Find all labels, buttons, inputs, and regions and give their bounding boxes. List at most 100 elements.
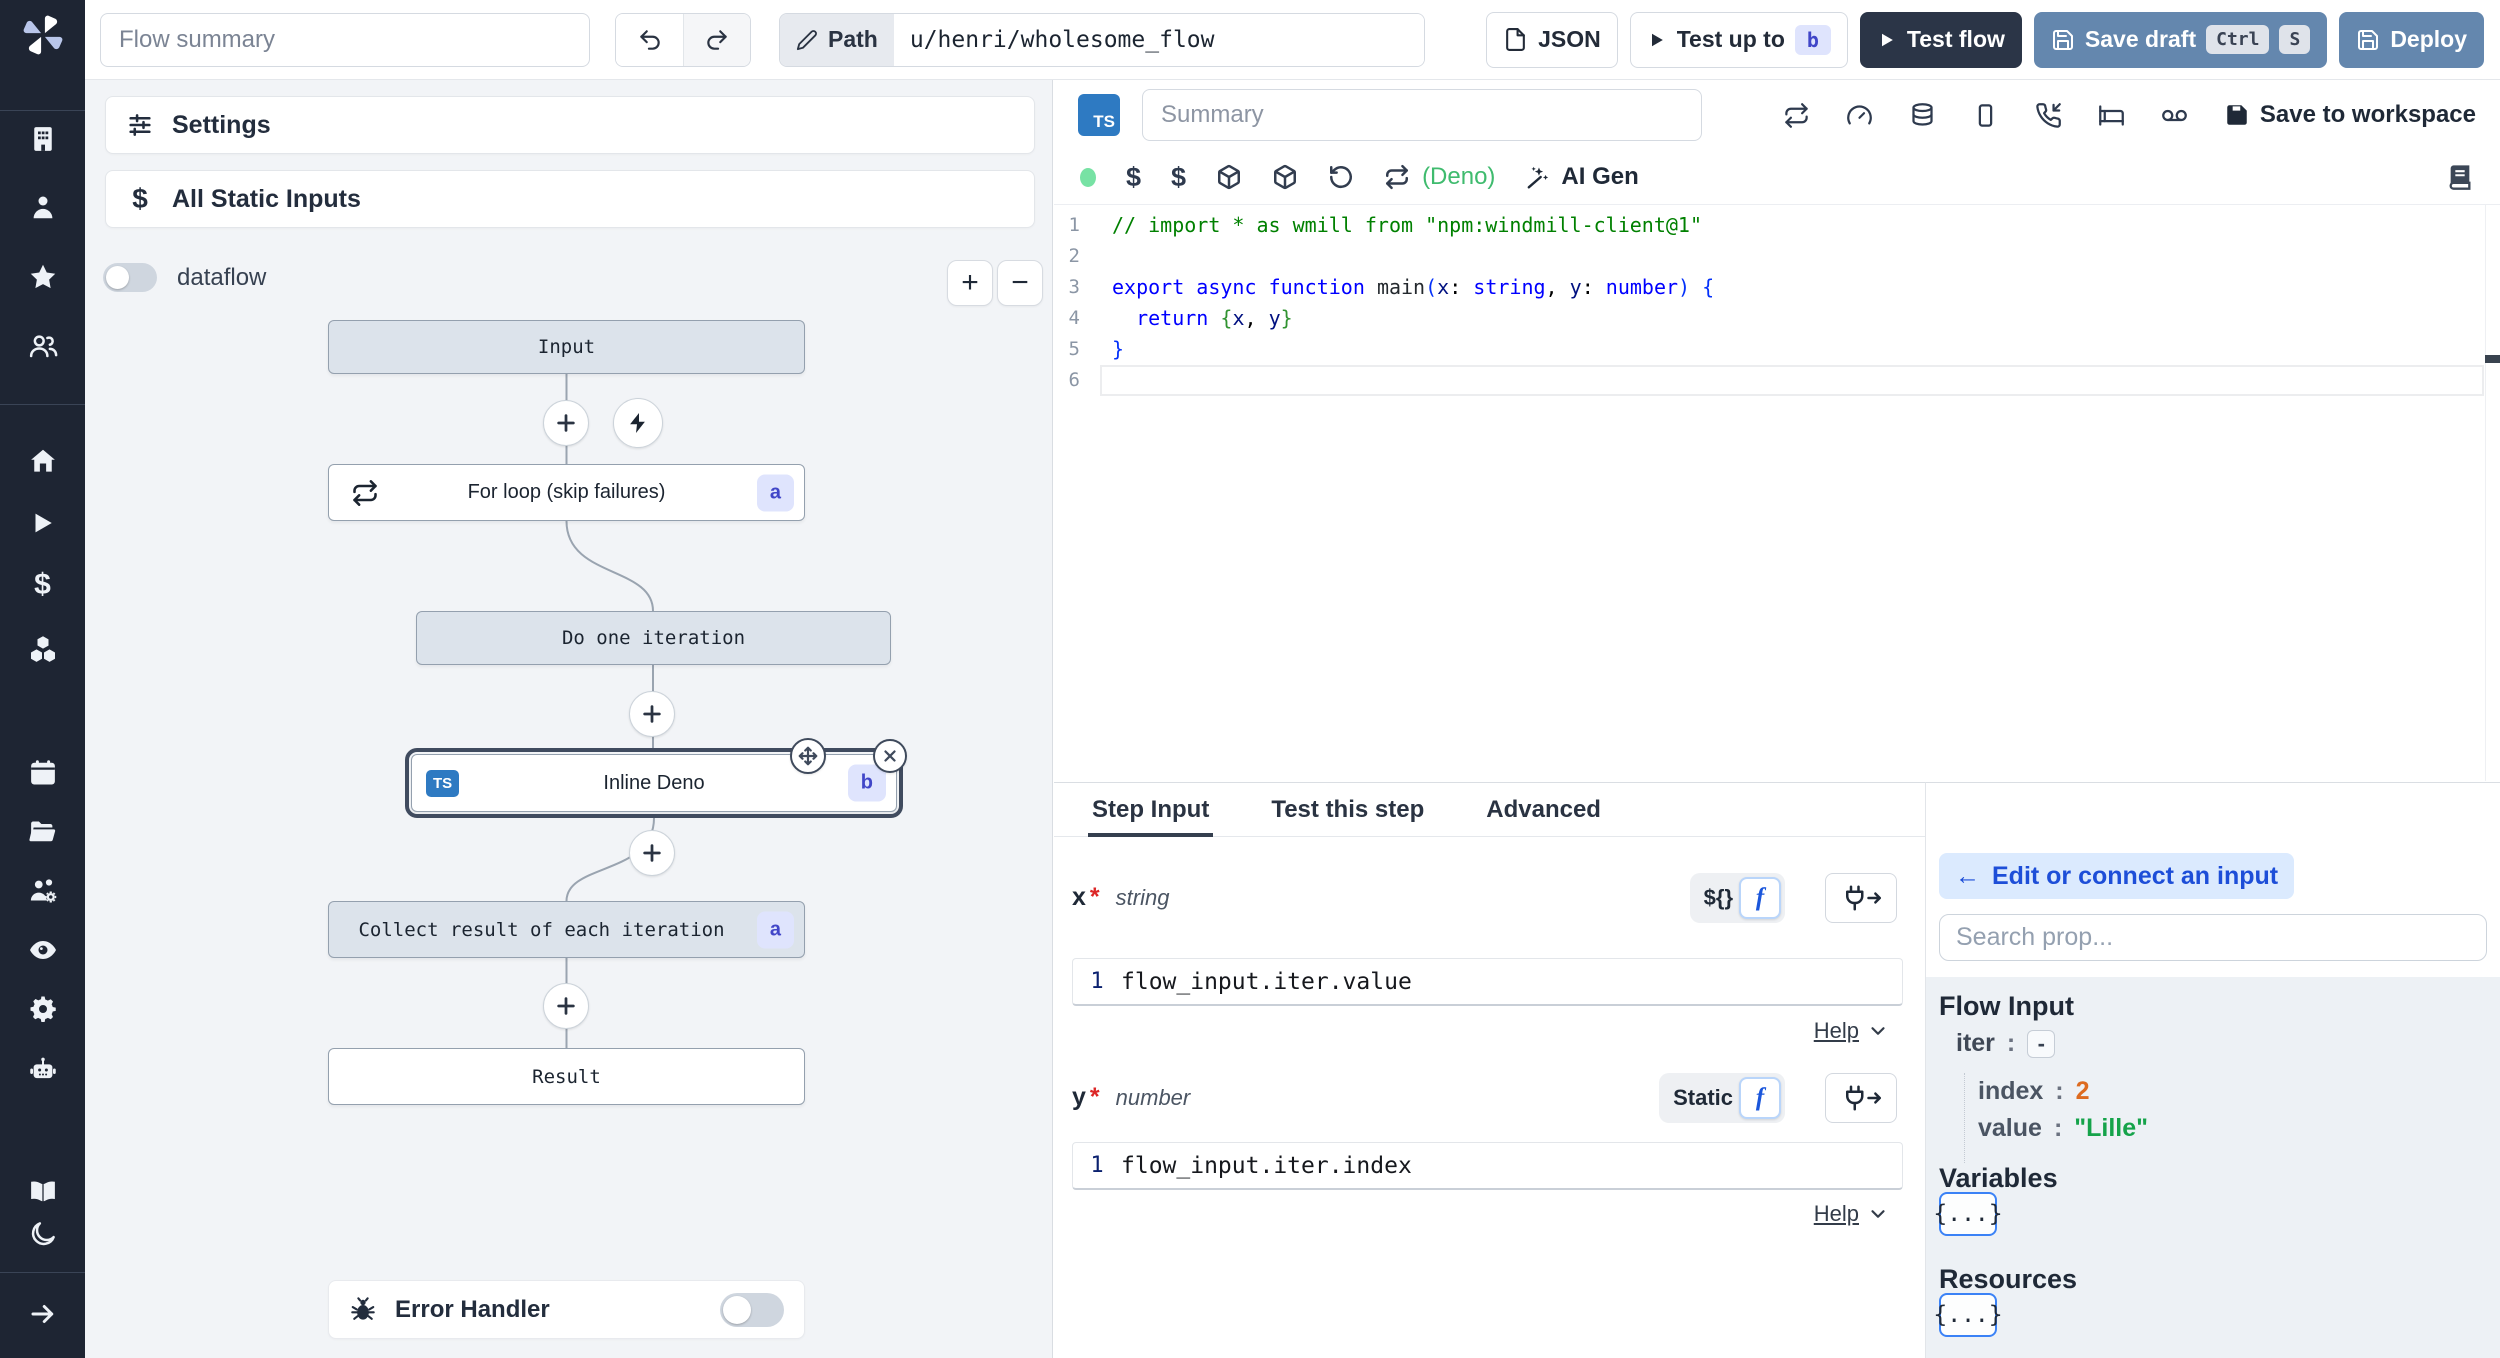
test-up-to-button[interactable]: Test up to b — [1629, 11, 1848, 68]
dollar-icon[interactable]: $ — [34, 570, 51, 600]
smartphone-icon[interactable] — [1972, 102, 1999, 129]
database-icon[interactable] — [1909, 102, 1936, 129]
tree-row-value[interactable]: value : "Lille" — [1978, 1114, 2148, 1143]
all-static-inputs-row[interactable]: $ All Static Inputs — [105, 170, 1035, 228]
users-settings-icon[interactable] — [28, 876, 58, 906]
tree-row-index[interactable]: index : 2 — [1978, 1077, 2090, 1106]
overview-ruler[interactable] — [2485, 205, 2500, 781]
node-result[interactable]: Result — [328, 1048, 805, 1105]
folder-open-icon[interactable] — [28, 817, 58, 847]
code-line[interactable]: 5} — [1054, 334, 2500, 365]
tab-step-input[interactable]: Step Input — [1087, 783, 1214, 837]
book-icon[interactable] — [2446, 163, 2474, 191]
trigger-button[interactable] — [613, 398, 663, 448]
typescript-badge: TS — [1078, 94, 1120, 136]
windmill-logo-icon[interactable] — [20, 12, 66, 58]
variables-expand-button[interactable]: {...} — [1933, 1192, 2003, 1236]
tree-row-iter[interactable]: iter : - — [1956, 1029, 2056, 1058]
zoom-out-button[interactable]: − — [997, 260, 1043, 306]
step-tabs: Step Input Test this step Advanced — [1054, 783, 1925, 837]
rotate-ccw-icon[interactable] — [1328, 164, 1354, 190]
eye-icon[interactable] — [28, 935, 58, 965]
path-input[interactable] — [893, 13, 1424, 66]
node-input[interactable]: Input — [328, 320, 805, 374]
editor-toolbar: $ $ (Deno) AI Gen — [1054, 150, 2500, 205]
step-settings-icons: Save to workspace — [1783, 101, 2476, 129]
delete-node-button[interactable] — [873, 739, 907, 773]
tab-advanced[interactable]: Advanced — [1486, 783, 1601, 836]
package-icon[interactable] — [1216, 164, 1242, 190]
building-icon[interactable] — [28, 124, 58, 154]
code-area[interactable]: 1// import * as wmill from "npm:windmill… — [1054, 205, 2500, 781]
function-mode-button[interactable]: f — [1739, 877, 1781, 919]
resources-title: Resources — [1939, 1264, 2078, 1294]
dollar-icon[interactable]: $ — [1171, 162, 1186, 193]
field-y-mode-toggle[interactable]: Static f — [1659, 1073, 1785, 1123]
settings-gear-icon[interactable] — [28, 994, 58, 1024]
code-line[interactable]: 3 export async function main(x: string, y… — [1054, 272, 2500, 303]
search-prop-input[interactable] — [1939, 914, 2487, 961]
edit-or-connect-chip[interactable]: ← Edit or connect an input — [1939, 853, 2295, 899]
code-line[interactable]: 6 — [1054, 365, 2500, 396]
summary-input[interactable] — [1142, 89, 1702, 141]
collapse-button[interactable]: - — [2027, 1029, 2056, 1058]
node-collect-result[interactable]: Collect result of each iteration a — [328, 901, 805, 958]
move-node-button[interactable] — [790, 738, 826, 774]
field-y-expression-editor[interactable]: 1 flow_input.iter.index — [1072, 1142, 1903, 1190]
moon-icon[interactable] — [28, 1219, 58, 1249]
repeat-icon[interactable] — [1783, 102, 1810, 129]
calendar-icon[interactable] — [28, 758, 58, 788]
resources-expand-button[interactable]: {...} — [1933, 1293, 2003, 1337]
json-button[interactable]: JSON — [1486, 11, 1618, 68]
dollar-icon: $ — [132, 183, 148, 214]
boxes-icon[interactable] — [28, 634, 58, 664]
bot-icon[interactable] — [28, 1055, 58, 1085]
function-mode-button[interactable]: f — [1739, 1077, 1781, 1119]
code-line[interactable]: 4 return {x, y} — [1054, 303, 2500, 334]
field-x-mode-toggle[interactable]: ${} f — [1689, 873, 1785, 923]
save-to-workspace-button[interactable]: Save to workspace — [2224, 101, 2476, 129]
path-pill[interactable]: Path — [780, 13, 894, 66]
bed-icon[interactable] — [2098, 102, 2125, 129]
error-handler-row[interactable]: Error Handler — [328, 1280, 805, 1339]
redo-button[interactable] — [683, 13, 750, 66]
zoom-in-button[interactable]: + — [947, 260, 993, 306]
undo-button[interactable] — [616, 13, 683, 66]
dollar-icon[interactable]: $ — [1126, 162, 1141, 193]
node-for-loop[interactable]: For loop (skip failures) a — [328, 464, 805, 521]
field-y-connect-button[interactable] — [1825, 1073, 1897, 1123]
phone-incoming-icon[interactable] — [2035, 102, 2062, 129]
gauge-icon[interactable] — [1846, 102, 1873, 129]
add-step-button[interactable] — [629, 830, 675, 876]
dataflow-toggle[interactable] — [103, 263, 157, 292]
node-do-one-iteration[interactable]: Do one iteration — [416, 611, 891, 665]
tab-test-this-step[interactable]: Test this step — [1271, 783, 1424, 836]
field-x-expression-editor[interactable]: 1 flow_input.iter.value — [1072, 958, 1903, 1006]
flow-summary-input[interactable] — [100, 12, 590, 67]
error-handler-toggle[interactable] — [720, 1292, 784, 1327]
home-icon[interactable] — [28, 446, 58, 476]
code-line[interactable]: 2 — [1054, 241, 2500, 272]
code-line[interactable]: 1// import * as wmill from "npm:windmill… — [1054, 210, 2500, 241]
library-icon[interactable] — [28, 1176, 58, 1206]
add-step-button[interactable] — [629, 691, 675, 737]
test-flow-button[interactable]: Test flow — [1859, 11, 2022, 68]
package-icon[interactable] — [1272, 164, 1298, 190]
star-icon[interactable] — [28, 262, 58, 292]
flow-settings-label: Settings — [172, 110, 271, 139]
voicemail-icon[interactable] — [2161, 102, 2188, 129]
field-x-connect-button[interactable] — [1825, 873, 1897, 923]
add-step-button[interactable] — [543, 983, 589, 1029]
users-icon[interactable] — [28, 331, 58, 361]
runtime-group[interactable]: (Deno) — [1384, 163, 1495, 191]
field-x-help-link[interactable]: Help — [1814, 1018, 1889, 1044]
arrow-right-icon[interactable] — [28, 1299, 58, 1329]
field-y-help-link[interactable]: Help — [1814, 1201, 1889, 1227]
play-icon[interactable] — [28, 508, 58, 538]
user-icon[interactable] — [28, 192, 58, 222]
ai-gen-button[interactable]: AI Gen — [1525, 163, 1639, 191]
save-draft-button[interactable]: Save draft Ctrl S — [2033, 11, 2328, 68]
flow-settings-row[interactable]: Settings — [105, 96, 1035, 154]
add-step-button[interactable] — [543, 400, 589, 446]
deploy-button[interactable]: Deploy — [2339, 11, 2484, 68]
